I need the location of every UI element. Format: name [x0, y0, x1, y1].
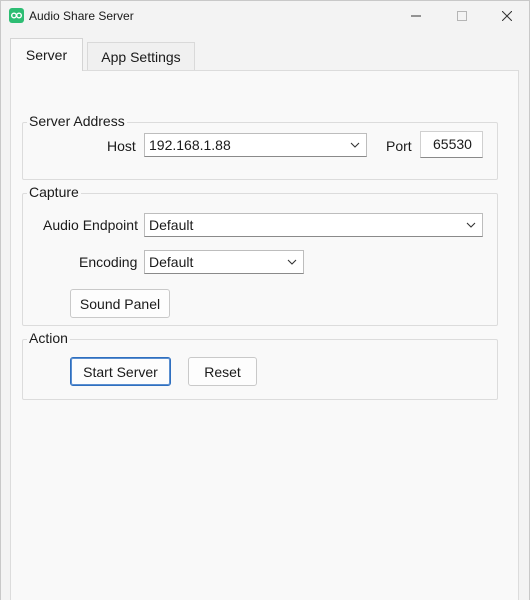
action-group: Action Start Server Reset: [22, 330, 498, 400]
tab-server[interactable]: Server: [10, 38, 83, 71]
sound-panel-button[interactable]: Sound Panel: [70, 289, 170, 318]
app-share-icon: [9, 8, 24, 23]
server-address-group-label: Server Address: [27, 113, 127, 129]
port-label: Port: [386, 138, 412, 154]
app-window: Audio Share Server Server Address Host 1…: [0, 0, 530, 600]
audio-endpoint-value: Default: [149, 217, 194, 233]
audio-endpoint-select[interactable]: Default: [144, 213, 483, 237]
tab-app-settings[interactable]: App Settings: [87, 42, 195, 70]
audio-endpoint-label: Audio Endpoint: [43, 217, 138, 233]
start-server-button[interactable]: Start Server: [70, 357, 171, 386]
tab-control: Server Address Host 192.168.1.88 Port 65…: [1, 32, 529, 600]
maximize-icon: [457, 11, 467, 21]
chevron-down-icon: [466, 222, 476, 228]
close-icon: [502, 11, 512, 21]
port-value: 65530: [433, 136, 472, 152]
port-input[interactable]: 65530: [420, 131, 483, 158]
encoding-select[interactable]: Default: [144, 250, 304, 274]
tab-panel-server: Server Address Host 192.168.1.88 Port 65…: [10, 70, 519, 600]
encoding-label: Encoding: [79, 254, 138, 270]
window-title: Audio Share Server: [29, 9, 134, 23]
host-label: Host: [107, 138, 136, 154]
maximize-button[interactable]: [439, 1, 485, 31]
server-address-group: Server Address Host 192.168.1.88 Port 65…: [22, 113, 498, 180]
encoding-value: Default: [149, 254, 194, 270]
reset-button[interactable]: Reset: [188, 357, 257, 386]
capture-group-label: Capture: [27, 184, 81, 200]
chevron-down-icon: [287, 259, 297, 265]
close-button[interactable]: [484, 1, 530, 31]
capture-group: Capture Audio Endpoint Default Encoding …: [22, 184, 498, 326]
minimize-button[interactable]: [393, 1, 439, 31]
minimize-icon: [411, 15, 421, 17]
title-bar[interactable]: Audio Share Server: [1, 1, 529, 32]
chevron-down-icon: [350, 142, 360, 148]
action-group-label: Action: [27, 330, 70, 346]
host-select[interactable]: 192.168.1.88: [144, 133, 367, 157]
host-value: 192.168.1.88: [149, 137, 231, 153]
